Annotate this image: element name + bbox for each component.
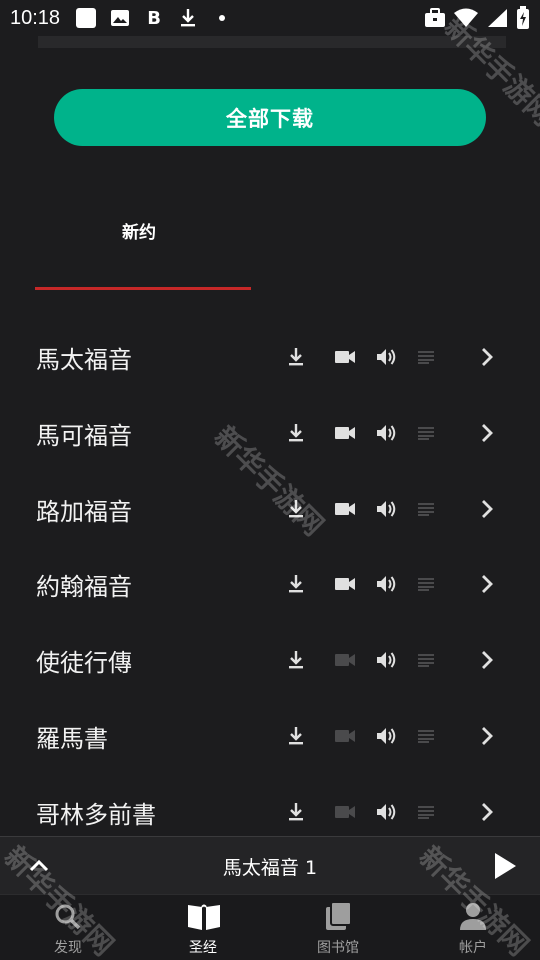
battery-icon	[516, 6, 530, 34]
volume-icon[interactable]	[375, 649, 397, 671]
text-lines-icon	[415, 573, 437, 595]
signal-icon	[486, 8, 508, 32]
book-row[interactable]: 約翰福音	[0, 549, 540, 619]
book-row[interactable]: 羅馬書	[0, 701, 540, 771]
chevron-right-icon[interactable]	[476, 346, 498, 368]
download-icon[interactable]	[285, 801, 307, 823]
book-name: 羅馬書	[36, 724, 108, 753]
volume-icon[interactable]	[375, 725, 397, 747]
tab-label: 新约	[122, 223, 156, 243]
text-lines-icon	[415, 346, 437, 368]
download-icon[interactable]	[285, 498, 307, 520]
header-remnant	[38, 36, 506, 48]
volume-icon[interactable]	[375, 573, 397, 595]
book-name: 馬太福音	[36, 345, 132, 374]
briefcase-icon	[424, 8, 446, 32]
book-open-icon	[187, 901, 220, 931]
mini-player[interactable]: 馬太福音 1	[0, 836, 540, 894]
chevron-right-icon[interactable]	[476, 422, 498, 444]
chevron-right-icon[interactable]	[476, 649, 498, 671]
volume-icon[interactable]	[375, 801, 397, 823]
person-icon	[457, 901, 489, 931]
download-icon[interactable]	[285, 649, 307, 671]
download-icon[interactable]	[285, 346, 307, 368]
download-icon	[176, 6, 200, 30]
book-row[interactable]: 馬可福音	[0, 398, 540, 468]
chevron-right-icon[interactable]	[476, 498, 498, 520]
download-icon[interactable]	[285, 573, 307, 595]
volume-icon[interactable]	[375, 422, 397, 444]
book-name: 馬可福音	[36, 421, 132, 450]
text-lines-icon	[415, 725, 437, 747]
download-all-button[interactable]: 全部下载	[54, 89, 486, 146]
text-lines-icon	[415, 801, 437, 823]
download-icon[interactable]	[285, 422, 307, 444]
search-icon	[52, 901, 84, 931]
chevron-right-icon[interactable]	[476, 725, 498, 747]
text-lines-icon	[415, 649, 437, 671]
video-icon	[334, 649, 356, 671]
text-lines-icon	[415, 422, 437, 444]
status-bar: 10:18 B	[0, 0, 540, 36]
volume-icon[interactable]	[375, 498, 397, 520]
book-name: 使徒行傳	[36, 648, 132, 677]
nav-label: 圣经	[189, 940, 217, 956]
video-icon[interactable]	[334, 422, 356, 444]
library-icon	[322, 901, 354, 931]
wifi-icon	[454, 8, 478, 32]
book-row[interactable]: 使徒行傳	[0, 625, 540, 695]
nav-item-account[interactable]: 帐户	[423, 901, 523, 959]
nav-item-discover[interactable]: 发现	[18, 901, 118, 959]
nav-label: 图书馆	[317, 940, 359, 956]
play-icon[interactable]	[492, 851, 518, 881]
image-icon	[108, 6, 132, 30]
tab-indicator	[35, 287, 251, 290]
video-icon[interactable]	[334, 346, 356, 368]
book-name: 路加福音	[36, 497, 132, 526]
bold-b-icon: B	[147, 7, 161, 29]
book-name: 約翰福音	[36, 572, 132, 601]
nav-item-library[interactable]: 图书馆	[288, 901, 388, 959]
video-icon[interactable]	[334, 573, 356, 595]
book-row[interactable]: 路加福音	[0, 474, 540, 544]
chevron-right-icon[interactable]	[476, 573, 498, 595]
video-icon	[334, 725, 356, 747]
nav-label: 帐户	[459, 940, 487, 956]
nav-item-bible[interactable]: 圣经	[153, 901, 253, 959]
tab-new-testament[interactable]: 新约	[35, 200, 251, 290]
app-square-icon	[74, 6, 98, 30]
book-name: 哥林多前書	[36, 800, 156, 829]
nav-label: 发现	[54, 940, 82, 956]
status-time: 10:18	[10, 6, 61, 29]
video-icon	[334, 801, 356, 823]
bottom-nav: 发现 圣经 图书馆 帐户	[0, 894, 540, 960]
download-icon[interactable]	[285, 725, 307, 747]
now-playing-title: 馬太福音 1	[222, 857, 318, 879]
text-lines-icon	[415, 498, 437, 520]
video-icon[interactable]	[334, 498, 356, 520]
book-row[interactable]: 馬太福音	[0, 322, 540, 392]
dot-icon	[210, 6, 234, 30]
volume-icon[interactable]	[375, 346, 397, 368]
chevron-right-icon[interactable]	[476, 801, 498, 823]
